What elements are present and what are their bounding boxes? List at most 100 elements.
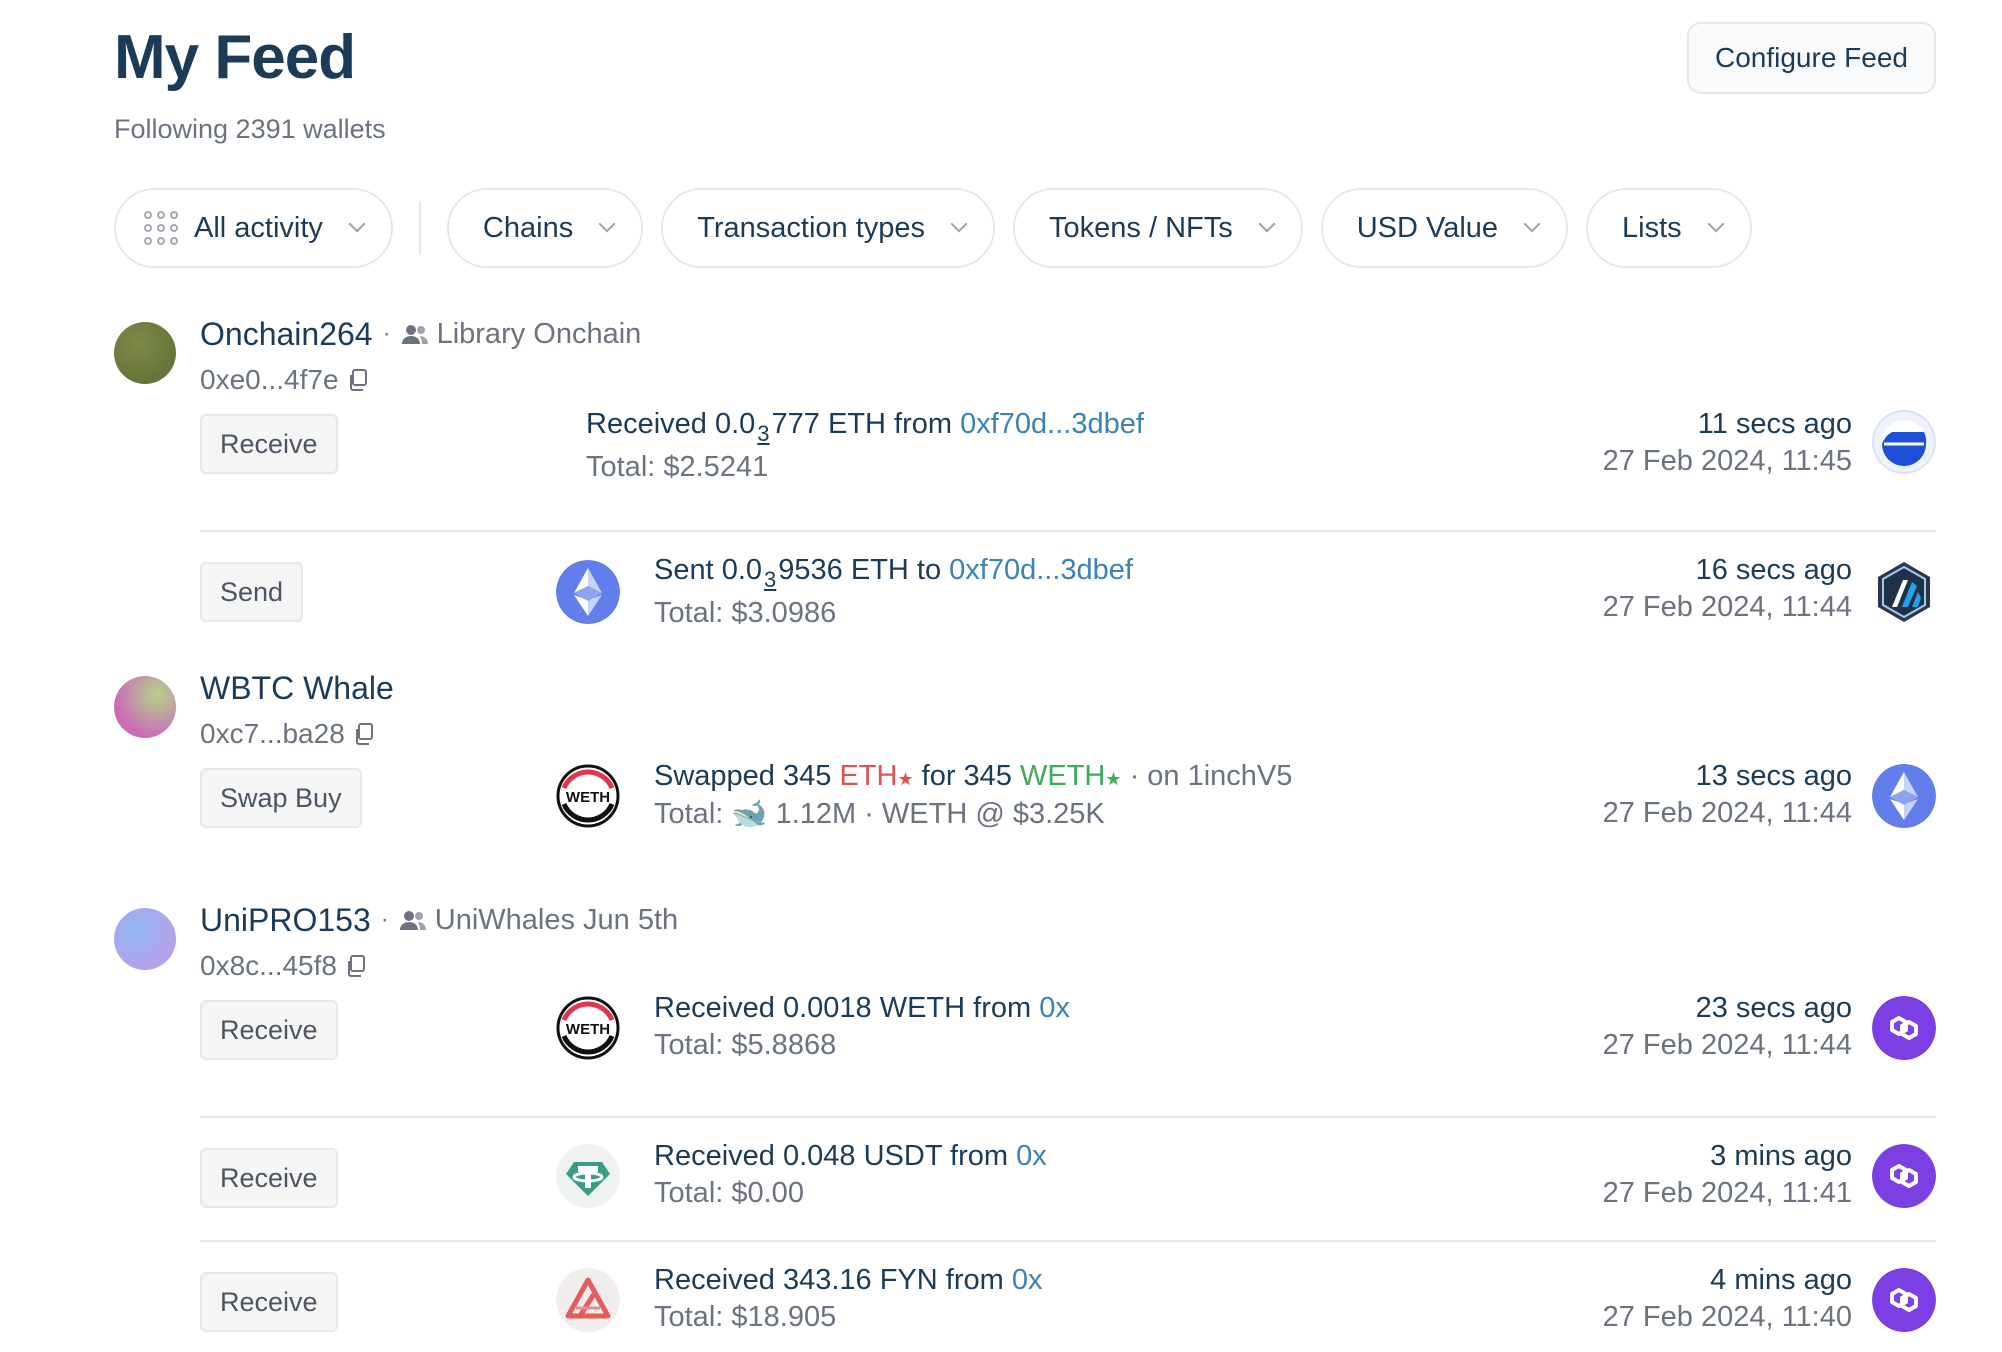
tx-text: 9536 ETH to bbox=[778, 554, 942, 586]
chevron-down-icon bbox=[1707, 215, 1725, 233]
tx-details: Received 343.16 FYN from 0x Total: $18.9… bbox=[654, 1264, 1042, 1334]
following-count: Following 2391 wallets bbox=[114, 114, 386, 144]
filter-label: Transaction types bbox=[697, 211, 926, 244]
tx-text: Received 0.048 USDT from bbox=[654, 1140, 1009, 1172]
wallet-name[interactable]: UniPRO153 bbox=[200, 902, 371, 939]
tx-text: for 345 bbox=[921, 760, 1012, 792]
page-title: My Feed bbox=[114, 23, 356, 92]
star-icon: ★ bbox=[897, 769, 914, 789]
transaction-row[interactable]: Receive Received 0.03777 ETH from 0xf70d… bbox=[200, 406, 1936, 530]
filter-lists[interactable]: Lists bbox=[1586, 188, 1752, 268]
transaction-row[interactable]: Receive Received 343.16 FYN from 0x Tota… bbox=[200, 1240, 1936, 1352]
token-a-link[interactable]: ETH bbox=[839, 760, 897, 792]
svg-text:★: ★ bbox=[607, 764, 618, 777]
wallet-list-label[interactable]: UniWhales Jun 5th bbox=[435, 904, 678, 937]
wallet-list-label[interactable]: Library Onchain bbox=[437, 318, 642, 351]
copy-icon[interactable] bbox=[353, 722, 375, 746]
configure-feed-button[interactable]: Configure Feed bbox=[1686, 22, 1936, 94]
filter-transaction-types[interactable]: Transaction types bbox=[661, 188, 996, 268]
chevron-down-icon bbox=[950, 215, 968, 233]
divider bbox=[418, 201, 421, 255]
transaction-row[interactable]: Swap Buy WETH ★ Swapped 345 ETH★ for 345 … bbox=[200, 760, 1936, 884]
counterparty-link[interactable]: 0x bbox=[1016, 1140, 1047, 1172]
time-ago: 3 mins ago bbox=[1710, 1140, 1852, 1172]
time-ago: 23 secs ago bbox=[1695, 992, 1852, 1024]
tx-time: 4 mins ago 27 Feb 2024, 11:40 bbox=[1603, 1264, 1852, 1334]
header: My Feed Following 2391 wallets Configure… bbox=[114, 0, 1936, 175]
wallet-header: WBTC Whale 0xc7...ba28 bbox=[200, 654, 1936, 752]
wallet-header: Onchain264 · Library Onchain 0xe0...4f7e bbox=[200, 300, 1936, 398]
svg-text:WETH: WETH bbox=[566, 1021, 610, 1038]
filter-label: Chains bbox=[482, 211, 574, 244]
wallet-name[interactable]: Onchain264 bbox=[200, 316, 373, 353]
transaction-row[interactable]: Send Sent 0.039536 ETH to 0xf70d...3dbef… bbox=[200, 530, 1936, 654]
separator-dot: · bbox=[382, 320, 391, 347]
tx-details: Received 0.048 USDT from 0x Total: $0.00 bbox=[654, 1140, 1047, 1210]
transaction-row[interactable]: Receive WETH Received 0.0018 WETH from 0… bbox=[200, 992, 1936, 1116]
filter-tokens-nfts[interactable]: Tokens / NFTs bbox=[1013, 188, 1303, 268]
wallet-address: 0xc7...ba28 bbox=[200, 718, 345, 749]
counterparty-link[interactable]: 0x bbox=[1039, 992, 1070, 1024]
tx-total: Total: $5.8868 bbox=[654, 1029, 837, 1061]
tx-type-badge[interactable]: Receive bbox=[200, 1272, 338, 1332]
zero-count: 3 bbox=[764, 567, 777, 592]
star-icon: ★ bbox=[1105, 769, 1122, 789]
tx-total: 1.12M · WETH @ $3.25K bbox=[775, 798, 1105, 830]
timestamp: 27 Feb 2024, 11:44 bbox=[1602, 1029, 1852, 1061]
filter-label: All activity bbox=[194, 211, 323, 244]
wallet-header: UniPRO153 · UniWhales Jun 5th 0x8c...45f… bbox=[200, 886, 1936, 984]
transaction-row[interactable]: Receive Received 0.048 USDT from 0x Tota… bbox=[200, 1116, 1936, 1240]
chevron-down-icon bbox=[1523, 215, 1541, 233]
counterparty-link[interactable]: 0x bbox=[1012, 1264, 1043, 1296]
counterparty-link[interactable]: 0xf70d...3dbef bbox=[949, 554, 1133, 586]
avatar[interactable] bbox=[114, 322, 176, 384]
tx-details: Received 0.0018 WETH from 0x Total: $5.8… bbox=[654, 992, 1070, 1062]
filter-label: Lists bbox=[1622, 211, 1682, 244]
usdt-icon bbox=[556, 1144, 620, 1208]
separator-dot: · bbox=[380, 906, 389, 933]
tx-text: Received 343.16 FYN from bbox=[654, 1264, 1004, 1296]
polygon-chain-icon bbox=[1872, 1144, 1936, 1208]
tx-type-badge[interactable]: Receive bbox=[200, 1000, 338, 1060]
tx-time: 3 mins ago 27 Feb 2024, 11:41 bbox=[1603, 1140, 1852, 1210]
wallet-address: 0xe0...4f7e bbox=[200, 364, 339, 395]
tx-total: Total: $0.00 bbox=[654, 1177, 804, 1209]
tx-total: Total: $2.5241 bbox=[586, 451, 769, 483]
timestamp: 27 Feb 2024, 11:44 bbox=[1602, 797, 1852, 829]
tx-type-badge[interactable]: Swap Buy bbox=[200, 768, 362, 828]
feed-page: My Feed Following 2391 wallets Configure… bbox=[0, 0, 2002, 1352]
copy-icon[interactable] bbox=[347, 368, 369, 392]
weth-icon: WETH ★ bbox=[556, 764, 620, 828]
tx-details: Swapped 345 ETH★ for 345 WETH★ · on 1inc… bbox=[654, 760, 1292, 831]
wallet-name[interactable]: WBTC Whale bbox=[200, 670, 394, 707]
avatar[interactable] bbox=[114, 676, 176, 738]
tx-text: Sent 0.0 bbox=[654, 554, 763, 586]
arbitrum-chain-icon bbox=[1878, 562, 1930, 622]
tx-type-badge[interactable]: Send bbox=[200, 562, 304, 622]
polygon-chain-icon bbox=[1872, 1268, 1936, 1332]
tx-type-badge[interactable]: Receive bbox=[200, 414, 338, 474]
eth-icon bbox=[556, 560, 620, 624]
whale-icon: 🐋 bbox=[731, 798, 768, 830]
tx-total: Total: $3.0986 bbox=[654, 597, 837, 629]
tx-time: 13 secs ago 27 Feb 2024, 11:44 bbox=[1603, 760, 1852, 830]
filter-chains[interactable]: Chains bbox=[446, 188, 644, 268]
total-label: Total: bbox=[654, 798, 724, 830]
activity-feed: Onchain264 · Library Onchain 0xe0...4f7e… bbox=[114, 300, 1936, 1352]
tx-time: 11 secs ago 27 Feb 2024, 11:45 bbox=[1603, 408, 1852, 478]
tx-type-badge[interactable]: Receive bbox=[200, 1148, 338, 1208]
chevron-down-icon bbox=[598, 215, 616, 233]
filter-all-activity[interactable]: All activity bbox=[114, 188, 393, 268]
time-ago: 11 secs ago bbox=[1697, 408, 1852, 440]
filter-usd-value[interactable]: USD Value bbox=[1320, 188, 1569, 268]
filter-label: USD Value bbox=[1356, 211, 1499, 244]
counterparty-link[interactable]: 0xf70d...3dbef bbox=[960, 408, 1144, 440]
token-b-link[interactable]: WETH bbox=[1020, 760, 1105, 792]
wallet-group: Onchain264 · Library Onchain 0xe0...4f7e… bbox=[114, 300, 1936, 654]
ethereum-chain-icon bbox=[1872, 764, 1936, 828]
timestamp: 27 Feb 2024, 11:41 bbox=[1602, 1177, 1852, 1209]
avatar[interactable] bbox=[114, 908, 176, 970]
people-icon bbox=[399, 911, 426, 930]
chevron-down-icon bbox=[348, 215, 366, 233]
copy-icon[interactable] bbox=[345, 954, 367, 978]
